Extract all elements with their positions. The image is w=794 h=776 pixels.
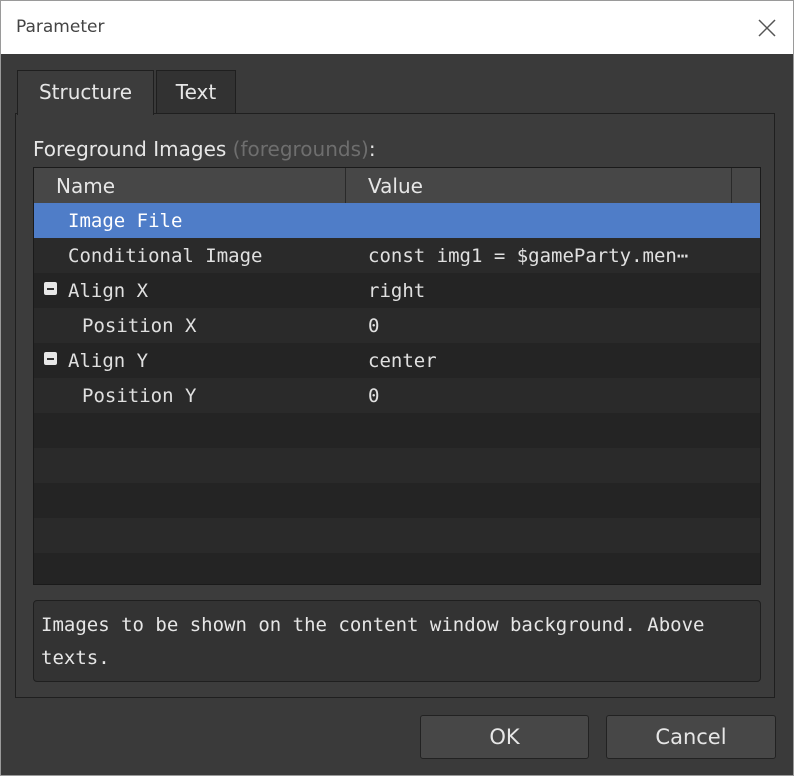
- row-value: const img1 = $gameParty.men⋯: [368, 245, 689, 267]
- row-value: center: [368, 350, 437, 372]
- table-row[interactable]: Align Y center: [34, 343, 760, 378]
- close-button[interactable]: [741, 1, 793, 54]
- parameter-grid: Name Value Image File Conditional Image co…: [33, 167, 761, 585]
- grid-header: Name Value: [34, 168, 760, 204]
- header-extra: [732, 168, 760, 203]
- close-icon: [758, 19, 776, 37]
- empty-row: [34, 483, 760, 518]
- section-label: Foreground Images (foregrounds):: [33, 137, 376, 161]
- window-title: Parameter: [16, 17, 105, 37]
- title-bar: Parameter: [1, 1, 793, 54]
- table-row[interactable]: Conditional Image const img1 = $gameParty…: [34, 238, 760, 273]
- section-title: Foreground Images: [33, 137, 227, 161]
- header-value[interactable]: Value: [346, 168, 732, 203]
- row-name: Align X: [68, 280, 149, 302]
- row-value: 0: [368, 315, 380, 337]
- table-row[interactable]: Position Y 0: [34, 378, 760, 413]
- table-row[interactable]: Image File: [34, 203, 760, 238]
- empty-row: [34, 448, 760, 483]
- row-name: Image File: [68, 210, 183, 232]
- tab-structure[interactable]: Structure: [17, 70, 154, 115]
- row-name: Position X: [82, 315, 197, 337]
- header-name[interactable]: Name: [34, 168, 346, 203]
- collapse-toggle-icon[interactable]: [44, 282, 57, 295]
- table-row[interactable]: Align X right: [34, 273, 760, 308]
- row-name: Align Y: [68, 350, 149, 372]
- tab-text[interactable]: Text: [156, 70, 236, 114]
- row-value: 0: [368, 385, 380, 407]
- ok-button[interactable]: OK: [420, 715, 589, 759]
- empty-row: [34, 518, 760, 553]
- row-value: right: [368, 280, 426, 302]
- row-name: Conditional Image: [68, 245, 263, 267]
- description-box: Images to be shown on the content window…: [33, 600, 761, 682]
- collapse-toggle-icon[interactable]: [44, 352, 57, 365]
- section-suffix: :: [368, 137, 376, 161]
- section-hint: (foregrounds): [232, 137, 369, 161]
- row-name: Position Y: [82, 385, 197, 407]
- empty-row: [34, 413, 760, 448]
- table-row[interactable]: Position X 0: [34, 308, 760, 343]
- empty-row: [34, 553, 760, 584]
- cancel-button[interactable]: Cancel: [606, 715, 776, 759]
